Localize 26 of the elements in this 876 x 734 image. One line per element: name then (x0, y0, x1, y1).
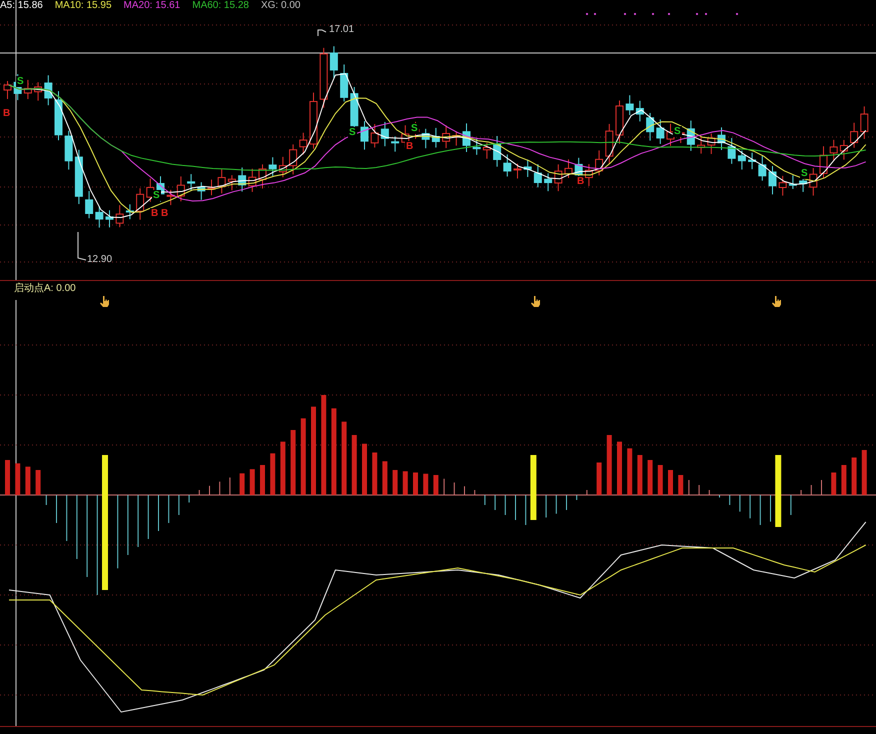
signal-marker: S (16, 76, 25, 87)
signal-marker: B (2, 108, 12, 119)
signal-bar (775, 455, 782, 527)
legend-label: MA10: 15.95 (54, 0, 112, 12)
pointing-hand-icon (772, 296, 781, 307)
price-label: 17.01 (329, 24, 354, 36)
signal-marker: S (152, 190, 161, 201)
signal-marker: S (673, 126, 682, 137)
signal-bar (530, 455, 536, 520)
legend-label: A5: 15.86 (0, 0, 43, 12)
signal-marker: S (410, 123, 419, 134)
signal-marker: B (160, 208, 170, 219)
signal-marker: B (576, 176, 586, 187)
signal-marker: B (405, 141, 414, 152)
leader-line (318, 30, 326, 36)
legend-label: MA20: 15.61 (124, 0, 180, 12)
signal-marker: S (348, 127, 357, 138)
price-label: 12.90 (87, 254, 112, 266)
indicator-title: 启动点A: 0.00 (14, 283, 76, 295)
signal-marker: B (150, 208, 160, 219)
leader-line (78, 232, 86, 260)
signal-marker: S (800, 168, 809, 179)
legend-label: MA60: 15.28 (192, 0, 249, 12)
legend-label: XG: 0.00 (260, 0, 300, 12)
pointing-hand-icon (100, 296, 109, 307)
pointing-hand-icon (531, 296, 540, 307)
